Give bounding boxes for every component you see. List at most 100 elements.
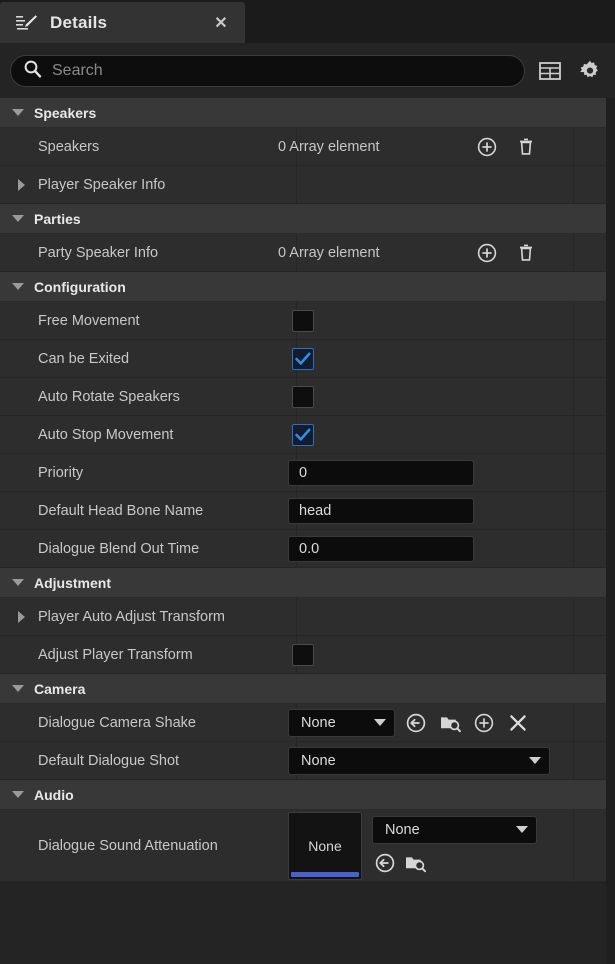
property-label: Dialogue Camera Shake — [38, 714, 196, 731]
section-header-adjustment[interactable]: Adjustment — [0, 568, 615, 598]
chevron-down-icon — [12, 579, 24, 586]
dropdown-value: None — [385, 821, 420, 838]
section-title: Camera — [34, 680, 86, 697]
default-dialogue-shot-dropdown[interactable]: None — [288, 746, 550, 775]
clear-icon[interactable] — [505, 710, 531, 736]
chevron-right-icon — [17, 610, 25, 623]
search-placeholder: Search — [52, 61, 103, 79]
chevron-down-icon — [529, 757, 541, 764]
property-value: 0 Array element — [278, 234, 615, 271]
table-row[interactable]: Dialogue Camera Shake None — [0, 704, 615, 742]
dialogue-blend-out-time-input[interactable]: 0.0 — [288, 535, 474, 562]
search-icon — [23, 59, 42, 83]
check-icon — [295, 427, 311, 441]
property-label: Priority — [38, 464, 84, 481]
property-value: None — [278, 704, 615, 741]
table-row[interactable]: Party Speaker Info 0 Array element — [0, 234, 615, 272]
section-header-camera[interactable]: Camera — [0, 674, 615, 704]
table-row[interactable]: Dialogue Blend Out Time 0.0 — [0, 530, 615, 568]
property-label: Dialogue Sound Attenuation — [38, 837, 218, 854]
table-row[interactable]: Free Movement — [0, 302, 615, 340]
expand-toggle[interactable] — [8, 166, 34, 203]
browse-asset-icon[interactable] — [402, 850, 428, 876]
table-row[interactable]: Dialogue Sound Attenuation None None — [0, 810, 615, 882]
scrollbar-track[interactable] — [606, 98, 615, 964]
close-icon[interactable]: ✕ — [211, 13, 231, 33]
property-value: 0.0 — [278, 530, 615, 567]
adjust-player-transform-checkbox[interactable] — [292, 643, 314, 666]
asset-thumbnail[interactable]: None — [288, 811, 362, 880]
property-value: head — [278, 492, 615, 529]
table-row[interactable]: Default Head Bone Name head — [0, 492, 615, 530]
browse-asset-icon[interactable] — [437, 710, 463, 736]
property-label: Speakers — [38, 138, 100, 155]
array-element-count: 0 Array element — [278, 244, 380, 261]
section-title: Adjustment — [34, 574, 111, 591]
dropdown-value: None — [301, 714, 336, 731]
tab-title: Details — [50, 12, 108, 32]
use-selected-asset-icon[interactable] — [403, 710, 429, 736]
auto-rotate-speakers-checkbox[interactable] — [292, 385, 314, 408]
property-value: None — [278, 742, 615, 779]
check-icon — [295, 351, 311, 365]
add-icon[interactable] — [471, 710, 497, 736]
free-movement-checkbox[interactable] — [292, 309, 314, 332]
dialogue-sound-attenuation-dropdown[interactable]: None — [372, 815, 537, 844]
delete-icon[interactable] — [513, 240, 539, 266]
property-value: None None — [278, 810, 615, 881]
chevron-down-icon — [12, 109, 24, 116]
details-pencil-icon — [16, 13, 38, 33]
table-row[interactable]: Can be Exited — [0, 340, 615, 378]
details-panel: Details ✕ Search Speakers Speakers 0 Arr… — [0, 0, 615, 964]
section-header-audio[interactable]: Audio — [0, 780, 615, 810]
property-label: Free Movement — [38, 312, 140, 329]
asset-picker: None — [372, 815, 537, 876]
section-header-parties[interactable]: Parties — [0, 204, 615, 234]
table-row[interactable]: Player Auto Adjust Transform — [0, 598, 615, 636]
section-header-configuration[interactable]: Configuration — [0, 272, 615, 302]
table-row[interactable]: Adjust Player Transform — [0, 636, 615, 674]
auto-stop-movement-checkbox[interactable] — [292, 423, 314, 446]
gear-icon[interactable] — [575, 56, 605, 86]
property-value: 0 — [278, 454, 615, 491]
table-row[interactable]: Player Speaker Info — [0, 166, 615, 204]
default-head-bone-name-input[interactable]: head — [288, 497, 474, 524]
property-value — [304, 166, 615, 203]
property-label: Party Speaker Info — [38, 244, 159, 261]
expand-toggle[interactable] — [8, 598, 34, 635]
property-label: Adjust Player Transform — [38, 646, 193, 663]
add-icon[interactable] — [474, 134, 500, 160]
property-value — [278, 416, 615, 453]
array-element-count: 0 Array element — [278, 138, 380, 155]
thumbnail-label: None — [308, 837, 342, 854]
property-label: Auto Rotate Speakers — [38, 388, 180, 405]
add-icon[interactable] — [474, 240, 500, 266]
properties-list[interactable]: Speakers Speakers 0 Array element Player… — [0, 98, 615, 964]
table-row[interactable]: Auto Rotate Speakers — [0, 378, 615, 416]
search-input[interactable]: Search — [10, 54, 525, 87]
section-header-speakers[interactable]: Speakers — [0, 98, 615, 128]
property-label: Default Head Bone Name — [38, 502, 204, 519]
table-row[interactable]: Priority 0 — [0, 454, 615, 492]
property-value — [278, 636, 615, 673]
property-value: 0 Array element — [278, 128, 615, 165]
property-label: Auto Stop Movement — [38, 426, 174, 443]
table-row[interactable]: Speakers 0 Array element — [0, 128, 615, 166]
dialogue-camera-shake-dropdown[interactable]: None — [288, 708, 395, 737]
property-value — [278, 302, 615, 339]
use-selected-asset-icon[interactable] — [372, 850, 398, 876]
delete-icon[interactable] — [513, 134, 539, 160]
chevron-down-icon — [12, 215, 24, 222]
table-row[interactable]: Default Dialogue Shot None — [0, 742, 615, 780]
property-label: Player Speaker Info — [38, 176, 166, 193]
can-be-exited-checkbox[interactable] — [292, 347, 314, 370]
section-title: Audio — [34, 786, 74, 803]
property-label: Dialogue Blend Out Time — [38, 540, 200, 557]
tab-details[interactable]: Details ✕ — [0, 2, 245, 43]
section-title: Parties — [34, 210, 81, 227]
table-columns-icon[interactable] — [535, 56, 565, 86]
property-value — [278, 378, 615, 415]
chevron-down-icon — [12, 283, 24, 290]
priority-input[interactable]: 0 — [288, 459, 474, 486]
table-row[interactable]: Auto Stop Movement — [0, 416, 615, 454]
